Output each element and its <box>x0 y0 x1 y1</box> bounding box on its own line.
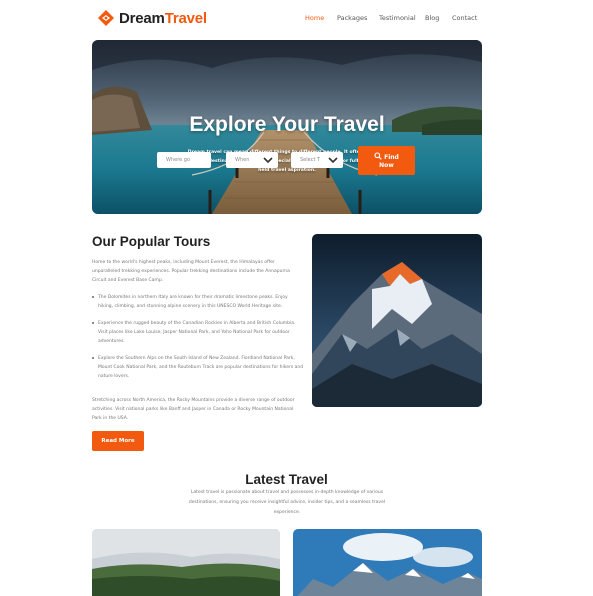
list-item-text: Explore the Southern Alps on the South I… <box>98 356 304 379</box>
tour-type-select[interactable]: Select T <box>291 152 343 168</box>
logo[interactable]: DreamTravel <box>97 9 207 27</box>
tour-type-select-value: Select T <box>300 157 321 163</box>
find-now-label-line1: Find <box>384 154 399 161</box>
find-now-label-line2: Now <box>379 162 394 169</box>
where-input[interactable]: Where go <box>157 152 211 168</box>
nav-testimonial[interactable]: Testimonial <box>379 14 416 22</box>
search-icon <box>374 152 382 160</box>
compass-logo-icon <box>97 9 115 27</box>
find-now-button[interactable]: Find Now <box>358 146 415 175</box>
latest-travel-card-image[interactable] <box>92 529 280 596</box>
popular-tours-heading: Our Popular Tours <box>92 234 211 249</box>
latest-travel-description: Latest travel is passionate about travel… <box>188 490 386 515</box>
bullet-icon <box>92 357 94 359</box>
nav-packages[interactable]: Packages <box>337 14 367 22</box>
tours-intro: Home to the world's highest peaks, inclu… <box>92 260 290 283</box>
hero-title: Explore Your Travel <box>189 113 385 136</box>
when-select-value: When <box>235 157 250 163</box>
bullet-icon <box>92 322 94 324</box>
nav-blog[interactable]: Blog <box>425 14 439 22</box>
tours-outro: Stretching across North America, the Roc… <box>92 398 295 421</box>
brand-name: DreamTravel <box>119 10 207 27</box>
when-select[interactable]: When <box>226 152 278 168</box>
bullet-icon <box>92 296 94 298</box>
brand-name-part2: Travel <box>164 9 207 27</box>
list-item-text: Experience the rugged beauty of the Cana… <box>98 321 296 344</box>
everest-image <box>312 234 482 407</box>
site-header: DreamTravel Home Packages Testimonial Bl… <box>0 0 593 38</box>
chevron-down-icon <box>263 157 273 164</box>
list-item: Explore the Southern Alps on the South I… <box>92 354 304 381</box>
nav-contact[interactable]: Contact <box>452 14 477 22</box>
list-item: The Dolomites in northern Italy are know… <box>92 293 304 311</box>
latest-travel-card-image[interactable] <box>293 529 482 596</box>
hero-banner: Explore Your Travel Dream travel can mea… <box>92 40 482 214</box>
tours-list: The Dolomites in northern Italy are know… <box>92 293 304 389</box>
list-item: Experience the rugged beauty of the Cana… <box>92 319 304 346</box>
brand-name-part1: Dream <box>119 9 165 27</box>
read-more-button[interactable]: Read More <box>92 431 144 451</box>
nav-home[interactable]: Home <box>305 14 324 22</box>
list-item-text: The Dolomites in northern Italy are know… <box>98 295 288 309</box>
chevron-down-icon <box>328 157 338 164</box>
latest-travel-heading: Latest Travel <box>245 472 328 487</box>
